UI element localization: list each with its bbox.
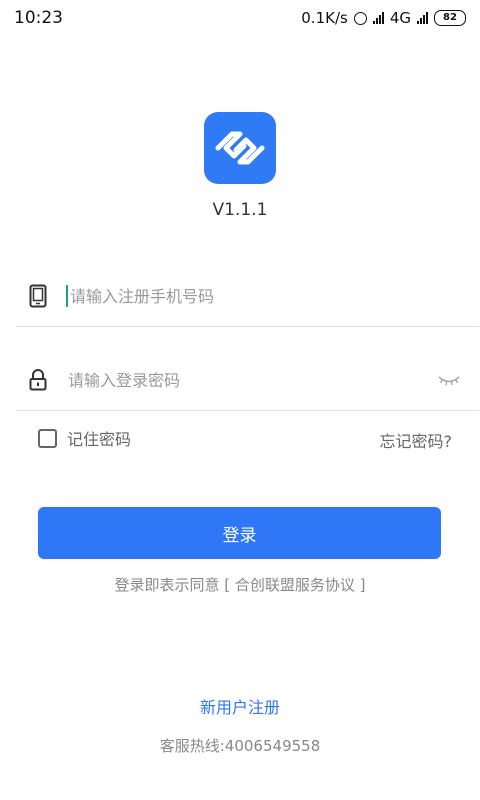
- alarm-icon: [353, 11, 367, 25]
- service-hotline: 客服热线:4006549558: [159, 737, 321, 755]
- phone-input[interactable]: [68, 286, 479, 306]
- status-time: 10:23: [14, 8, 63, 28]
- signal-icon: [417, 12, 428, 24]
- login-button[interactable]: 登录: [38, 507, 441, 559]
- app-logo: [204, 112, 276, 184]
- status-right: 0.1K/s 4G 82: [301, 9, 466, 27]
- battery-icon: 82: [434, 10, 466, 26]
- app-version: V1.1.1: [212, 200, 268, 220]
- remember-label: 记住密码: [67, 430, 132, 449]
- status-bar: 10:23 0.1K/s 4G 82: [0, 0, 480, 36]
- password-field: [16, 350, 479, 411]
- remember-checkbox[interactable]: [38, 428, 57, 448]
- password-input[interactable]: [58, 370, 431, 390]
- network-type: 4G: [389, 9, 411, 27]
- network-speed: 0.1K/s: [301, 9, 348, 27]
- phone-field: [16, 266, 479, 327]
- agreement-link[interactable]: 登录即表示同意 [ 合创联盟服务协议 ]: [0, 574, 480, 595]
- remember-password[interactable]: 记住密码: [38, 426, 131, 450]
- eye-closed-icon[interactable]: [431, 374, 467, 386]
- register-link[interactable]: 新用户注册: [0, 694, 480, 718]
- signal-icon: [372, 12, 384, 24]
- phone-icon: [18, 284, 58, 308]
- logo-mark-icon: [215, 131, 265, 165]
- forgot-password-link[interactable]: 忘记密码?: [380, 428, 453, 452]
- lock-icon: [18, 369, 58, 391]
